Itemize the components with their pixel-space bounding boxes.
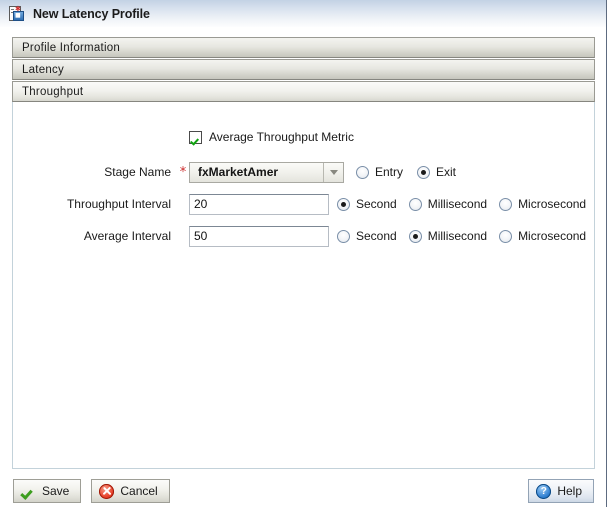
blue-question-icon: ? xyxy=(536,483,552,499)
dialog-body: Profile Information Latency Throughput A… xyxy=(0,28,606,469)
accordion-label: Throughput xyxy=(22,85,84,98)
stage-name-selected-value: fxMarketAmer xyxy=(198,165,279,179)
radio-average-second-indicator[interactable] xyxy=(337,229,350,243)
cancel-button[interactable]: Cancel xyxy=(91,479,170,503)
accordion: Profile Information Latency Throughput A… xyxy=(12,37,595,469)
dialog-window: ✱ ■ New Latency Profile Profile Informat… xyxy=(0,0,607,513)
save-button[interactable]: Save xyxy=(13,479,82,503)
average-interval-label: Average Interval xyxy=(83,229,171,243)
average-interval-input[interactable] xyxy=(189,225,329,247)
profile-document-icon: ✱ ■ xyxy=(9,5,25,22)
average-throughput-metric-checkbox[interactable] xyxy=(189,130,202,144)
stage-name-required-asterisk: * xyxy=(179,164,187,180)
radio-throughput-second[interactable]: Second xyxy=(337,197,397,211)
accordion-header-throughput[interactable]: Throughput xyxy=(12,81,595,102)
stage-name-label: Stage Name xyxy=(104,165,171,179)
radio-entry-indicator[interactable] xyxy=(356,165,369,179)
radio-average-millisecond-indicator[interactable] xyxy=(408,229,422,243)
accordion-header-latency[interactable]: Latency xyxy=(12,59,595,80)
save-button-label: Save xyxy=(42,484,70,498)
help-button[interactable]: ? Help xyxy=(528,479,594,503)
radio-average-second[interactable]: Second xyxy=(337,229,397,243)
accordion-header-profile-information[interactable]: Profile Information xyxy=(12,37,595,58)
throughput-panel: Average Throughput Metric Stage Name * f… xyxy=(12,102,595,469)
radio-throughput-second-indicator[interactable] xyxy=(337,197,350,211)
radio-throughput-millisecond[interactable]: Millisecond xyxy=(408,197,487,211)
radio-exit-indicator[interactable] xyxy=(417,165,431,179)
green-check-icon xyxy=(21,484,36,499)
row-stage-name: Stage Name * fxMarketAmer Entry Exit xyxy=(13,159,594,185)
red-x-circle-icon xyxy=(99,483,115,499)
throughput-interval-label: Throughput Interval xyxy=(66,197,171,211)
throughput-form: Average Throughput Metric Stage Name * f… xyxy=(13,102,594,249)
row-average-throughput-metric: Average Throughput Metric xyxy=(13,124,594,150)
dialog-titlebar: ✱ ■ New Latency Profile xyxy=(0,0,606,28)
radio-average-millisecond[interactable]: Millisecond xyxy=(408,229,487,243)
radio-throughput-microsecond-indicator[interactable] xyxy=(499,197,513,211)
row-average-interval: Average Interval Second Millisecond xyxy=(13,223,594,249)
dialog-footer: Save Cancel ? Help xyxy=(0,469,606,513)
average-throughput-metric-label: Average Throughput Metric xyxy=(209,130,354,144)
row-throughput-interval: Throughput Interval Second Millisecond xyxy=(13,191,594,217)
radio-throughput-microsecond[interactable]: Microsecond xyxy=(499,197,586,211)
accordion-label: Profile Information xyxy=(22,41,121,54)
chevron-down-icon[interactable] xyxy=(323,162,343,182)
average-interval-unit-group: Second Millisecond Microsecond xyxy=(337,229,598,243)
throughput-interval-input[interactable] xyxy=(189,193,329,215)
throughput-interval-unit-group: Second Millisecond Microsecond xyxy=(337,197,598,211)
radio-average-microsecond[interactable]: Microsecond xyxy=(499,229,586,243)
radio-entry[interactable]: Entry xyxy=(356,165,403,179)
stage-direction-radio-group: Entry Exit xyxy=(356,165,468,179)
radio-average-microsecond-indicator[interactable] xyxy=(499,229,513,243)
cancel-button-label: Cancel xyxy=(120,484,158,498)
stage-name-select[interactable]: fxMarketAmer xyxy=(189,161,344,183)
help-button-label: Help xyxy=(557,484,582,498)
dialog-title: New Latency Profile xyxy=(33,6,150,21)
accordion-label: Latency xyxy=(22,63,65,76)
radio-exit[interactable]: Exit xyxy=(417,165,456,179)
radio-throughput-millisecond-indicator[interactable] xyxy=(408,197,422,211)
